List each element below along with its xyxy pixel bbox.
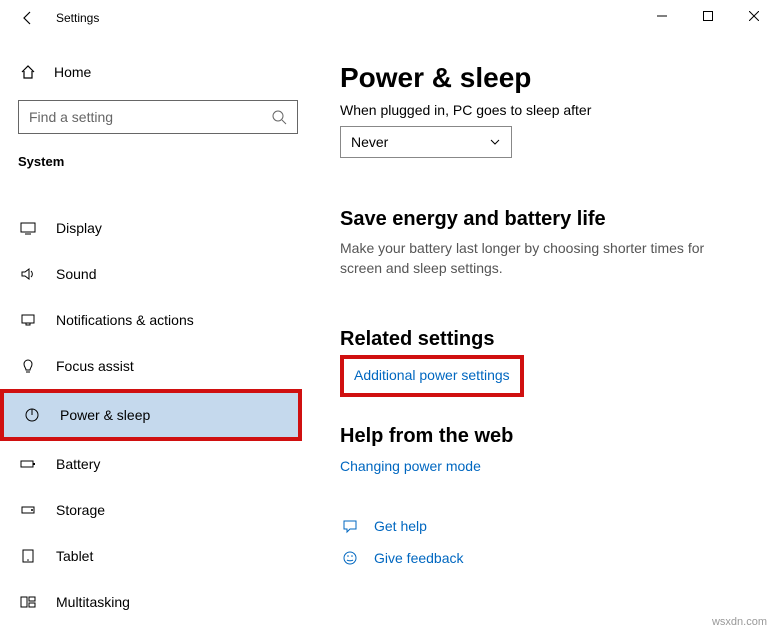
back-button[interactable] bbox=[18, 8, 38, 28]
nav-group-header: System bbox=[18, 154, 300, 169]
page-title: Power & sleep bbox=[340, 62, 747, 94]
sidebar-item-tablet[interactable]: Tablet bbox=[18, 533, 300, 579]
dropdown-value: Never bbox=[351, 134, 388, 150]
sidebar-item-label: Notifications & actions bbox=[56, 312, 194, 328]
changing-power-mode-link[interactable]: Changing power mode bbox=[340, 458, 481, 474]
sidebar-item-sound[interactable]: Sound bbox=[18, 251, 300, 297]
related-section-title: Related settings bbox=[340, 328, 747, 351]
sidebar-item-battery[interactable]: Battery bbox=[18, 441, 300, 487]
sound-icon bbox=[18, 266, 38, 282]
webhelp-section-title: Help from the web bbox=[340, 425, 747, 448]
sidebar-item-label: Focus assist bbox=[56, 358, 134, 374]
get-help-link: Get help bbox=[374, 518, 427, 534]
help-icon bbox=[340, 518, 360, 534]
search-placeholder: Find a setting bbox=[29, 109, 113, 125]
sidebar: Home Find a setting System Display Sound… bbox=[0, 36, 310, 634]
content-pane: Power & sleep When plugged in, PC goes t… bbox=[310, 36, 777, 634]
sidebar-item-label: Battery bbox=[56, 456, 100, 472]
sidebar-item-multitasking[interactable]: Multitasking bbox=[18, 579, 300, 625]
display-icon bbox=[18, 220, 38, 236]
sidebar-item-label: Storage bbox=[56, 502, 105, 518]
maximize-button[interactable] bbox=[685, 0, 731, 32]
home-icon bbox=[18, 64, 38, 80]
close-button[interactable] bbox=[731, 0, 777, 32]
sidebar-item-label: Display bbox=[56, 220, 102, 236]
search-icon bbox=[271, 109, 287, 125]
watermark: wsxdn.com bbox=[712, 616, 767, 628]
sleep-when-plugged-label: When plugged in, PC goes to sleep after bbox=[340, 102, 747, 118]
tablet-icon bbox=[18, 548, 38, 564]
notifications-icon bbox=[18, 312, 38, 328]
highlight-box-additional-power: Additional power settings bbox=[340, 355, 524, 397]
sleep-when-plugged-dropdown[interactable]: Never bbox=[340, 126, 512, 158]
additional-power-settings-link[interactable]: Additional power settings bbox=[354, 367, 510, 383]
highlight-box-power-sleep: Power & sleep bbox=[0, 389, 302, 441]
sidebar-item-storage[interactable]: Storage bbox=[18, 487, 300, 533]
home-label: Home bbox=[54, 64, 91, 80]
give-feedback-link: Give feedback bbox=[374, 550, 464, 566]
sidebar-item-label: Power & sleep bbox=[60, 407, 150, 423]
give-feedback-row[interactable]: Give feedback bbox=[340, 542, 747, 574]
sidebar-item-label: Tablet bbox=[56, 548, 93, 564]
window-title: Settings bbox=[56, 11, 99, 25]
search-input[interactable]: Find a setting bbox=[18, 100, 298, 134]
caption-buttons bbox=[639, 0, 777, 32]
sidebar-item-display[interactable]: Display bbox=[18, 205, 300, 251]
sidebar-item-notifications[interactable]: Notifications & actions bbox=[18, 297, 300, 343]
sidebar-item-label: Sound bbox=[56, 266, 96, 282]
home-nav[interactable]: Home bbox=[18, 54, 300, 90]
get-help-row[interactable]: Get help bbox=[340, 510, 747, 542]
sidebar-item-label: Multitasking bbox=[56, 594, 130, 610]
power-icon bbox=[22, 407, 42, 423]
chevron-down-icon bbox=[489, 136, 501, 148]
feedback-icon bbox=[340, 550, 360, 566]
focus-assist-icon bbox=[18, 358, 38, 374]
multitasking-icon bbox=[18, 594, 38, 610]
energy-section-desc: Make your battery last longer by choosin… bbox=[340, 239, 720, 278]
title-bar: Settings bbox=[0, 0, 777, 36]
sidebar-item-power-sleep[interactable]: Power & sleep bbox=[4, 393, 298, 437]
sidebar-item-focus-assist[interactable]: Focus assist bbox=[18, 343, 300, 389]
battery-icon bbox=[18, 456, 38, 472]
minimize-button[interactable] bbox=[639, 0, 685, 32]
storage-icon bbox=[18, 502, 38, 518]
energy-section-title: Save energy and battery life bbox=[340, 208, 747, 231]
